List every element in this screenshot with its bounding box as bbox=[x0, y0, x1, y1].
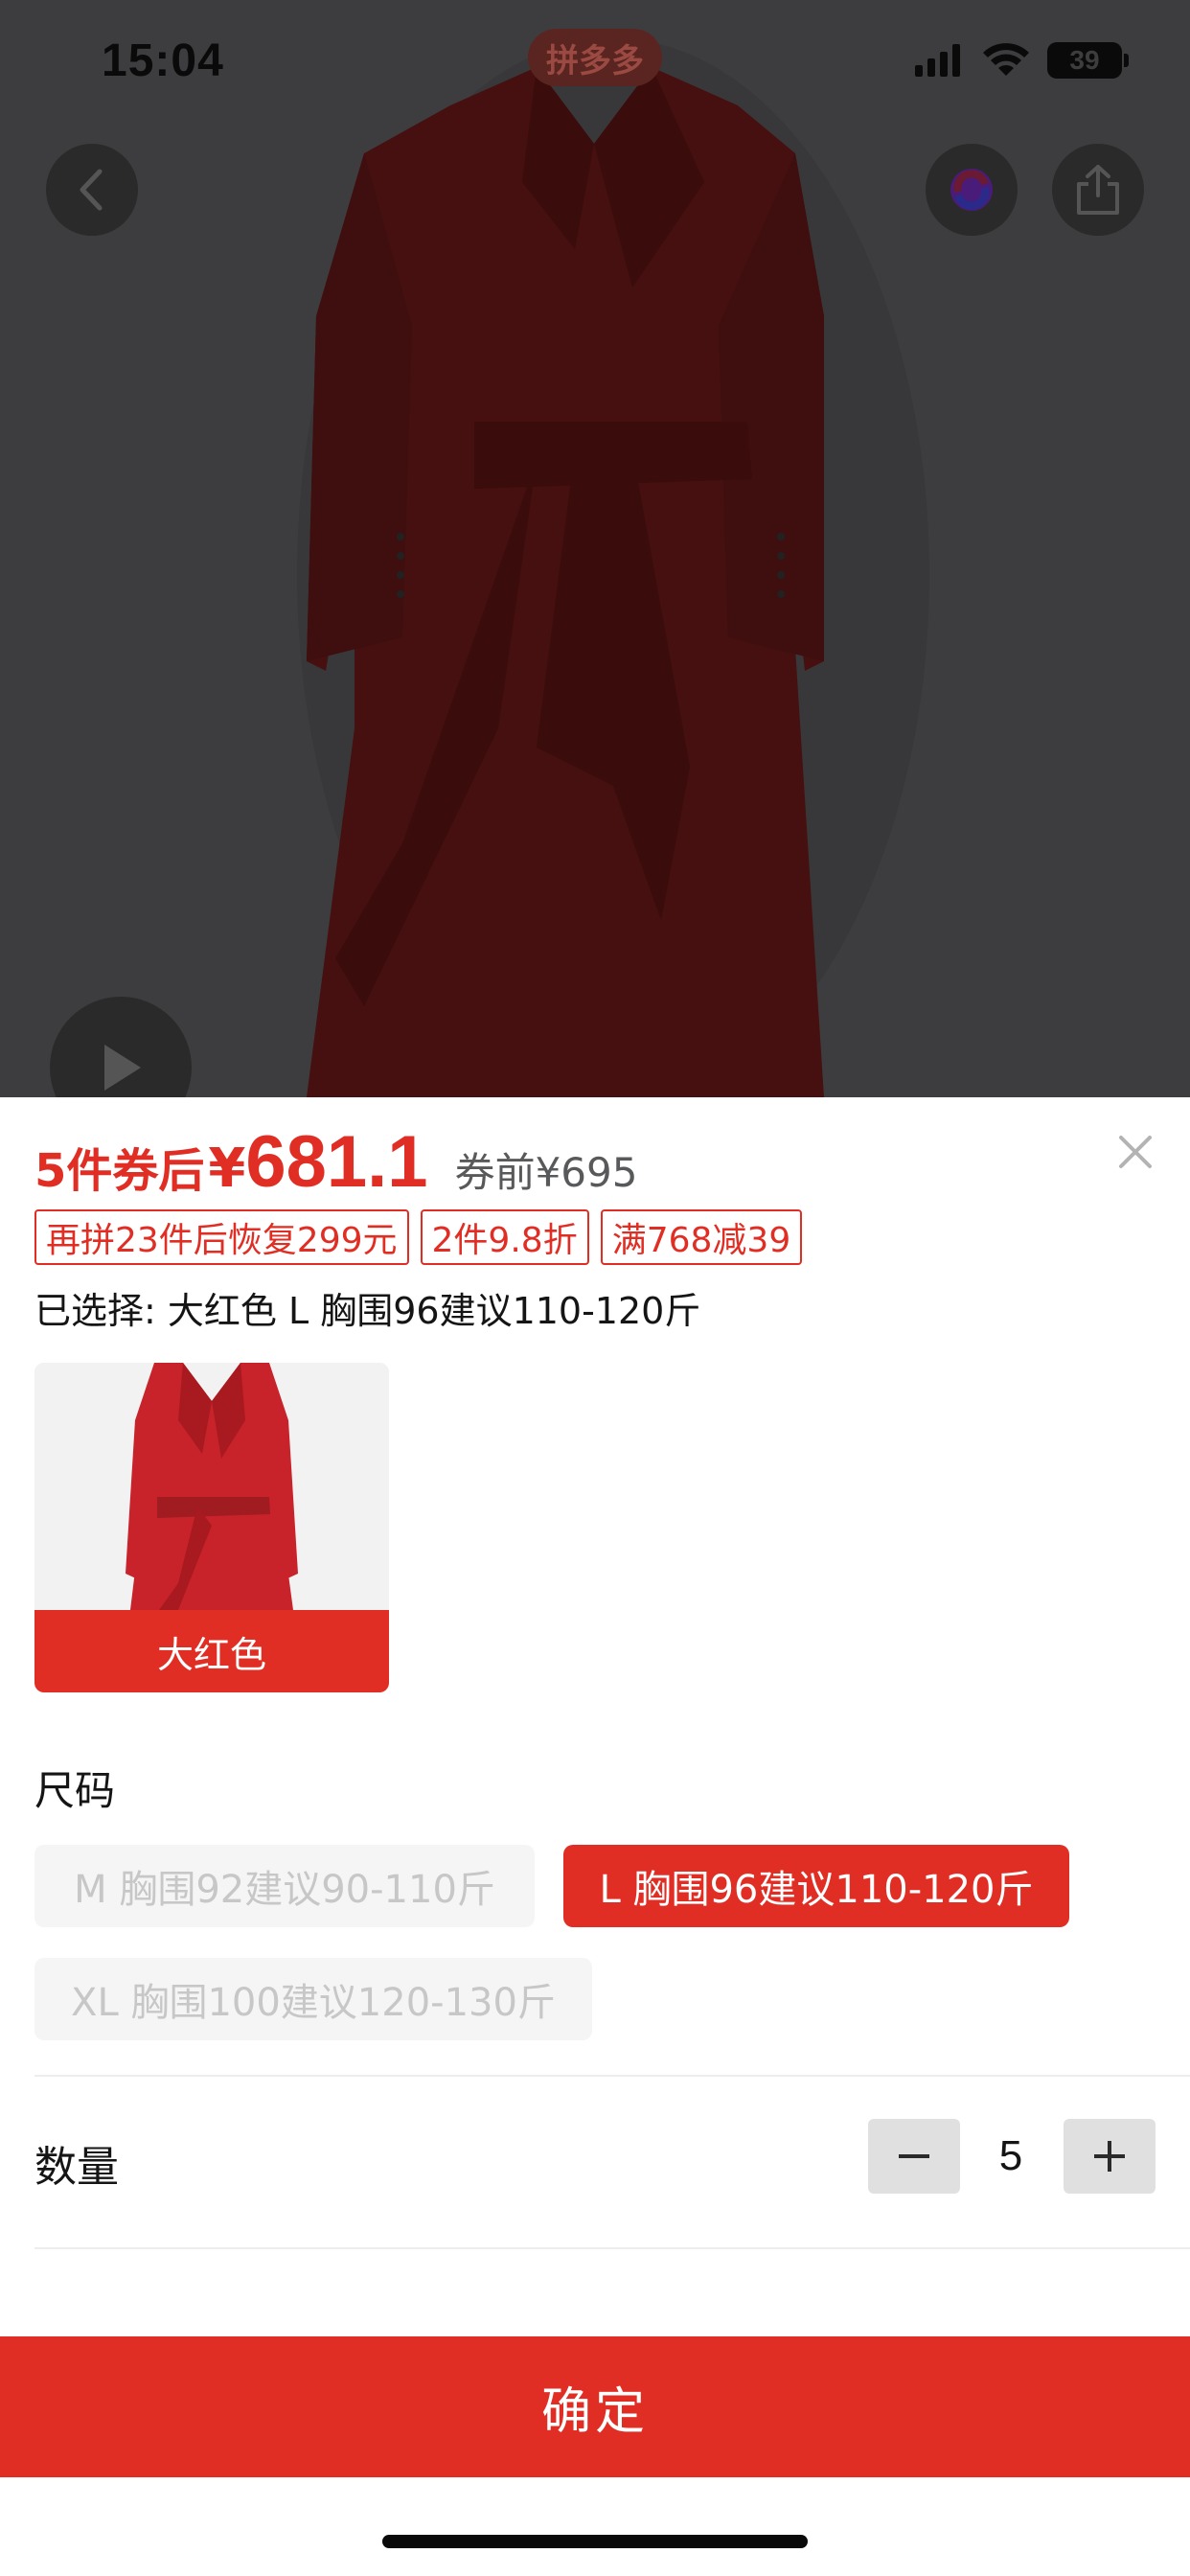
share-icon bbox=[1077, 165, 1119, 215]
minus-icon bbox=[899, 2154, 929, 2158]
quantity-decrease-button[interactable] bbox=[868, 2119, 960, 2194]
app-badge: 拼多多 bbox=[528, 29, 662, 86]
wifi-icon bbox=[983, 43, 1029, 76]
quantity-increase-button[interactable] bbox=[1064, 2119, 1156, 2194]
close-icon bbox=[1119, 1136, 1152, 1168]
price-value: 681.1 bbox=[245, 1121, 428, 1203]
price-before-coupon: 券前¥695 bbox=[454, 1149, 638, 1196]
promo-tag: 满768减39 bbox=[600, 1209, 803, 1265]
back-arrow-icon bbox=[80, 169, 103, 211]
share-button[interactable] bbox=[1052, 144, 1144, 236]
status-time: 15:04 bbox=[102, 35, 224, 86]
status-bar: 15:04 拼多多 39 bbox=[0, 0, 1190, 125]
color-thumbnail bbox=[34, 1363, 389, 1610]
color-thumbnail-image bbox=[34, 1363, 389, 1610]
plus-icon bbox=[1094, 2141, 1125, 2172]
status-icons: 39 bbox=[915, 42, 1129, 79]
price-currency: ¥ bbox=[208, 1138, 246, 1200]
size-section-title: 尺码 bbox=[34, 1767, 116, 1814]
divider bbox=[34, 2247, 1190, 2249]
close-button[interactable] bbox=[1111, 1128, 1159, 1176]
size-option-m[interactable]: M 胸围92建议90-110斤 bbox=[34, 1845, 535, 1927]
cellular-signal-icon bbox=[915, 44, 960, 77]
sku-selection-sheet: 5件券后 ¥ 681.1 券前¥695 再拼23件后恢复299元 2件9.8折 … bbox=[0, 1097, 1190, 2576]
promo-tag: 2件9.8折 bbox=[420, 1209, 589, 1265]
color-option-label: 大红色 bbox=[34, 1610, 389, 1692]
confirm-button[interactable]: 确定 bbox=[0, 2336, 1190, 2477]
divider bbox=[34, 2075, 1190, 2077]
assistant-button[interactable] bbox=[926, 144, 1018, 236]
product-photo-area: 15:04 拼多多 39 bbox=[0, 0, 1190, 1097]
home-indicator bbox=[382, 2535, 808, 2548]
price-row: 5件券后 ¥ 681.1 券前¥695 bbox=[34, 1120, 637, 1204]
quantity-label: 数量 bbox=[34, 2143, 119, 2192]
assistant-icon bbox=[950, 169, 993, 211]
back-button[interactable] bbox=[46, 144, 138, 236]
quantity-value[interactable]: 5 bbox=[973, 2119, 1049, 2194]
size-option-xl[interactable]: XL 胸围100建议120-130斤 bbox=[34, 1958, 592, 2040]
promo-tag: 再拼23件后恢复299元 bbox=[34, 1209, 409, 1265]
price-prefix: 5件券后 bbox=[34, 1144, 205, 1198]
size-option-l[interactable]: L 胸围96建议110-120斤 bbox=[563, 1845, 1069, 1927]
promo-tags: 再拼23件后恢复299元 2件9.8折 满768减39 bbox=[34, 1209, 803, 1265]
product-image bbox=[297, 38, 929, 1097]
battery-indicator: 39 bbox=[1047, 42, 1129, 79]
color-option-red[interactable]: 大红色 bbox=[34, 1363, 389, 1692]
selected-summary: 已选择: 大红色 L 胸围96建议110-120斤 bbox=[34, 1290, 701, 1332]
play-icon bbox=[104, 1045, 141, 1091]
